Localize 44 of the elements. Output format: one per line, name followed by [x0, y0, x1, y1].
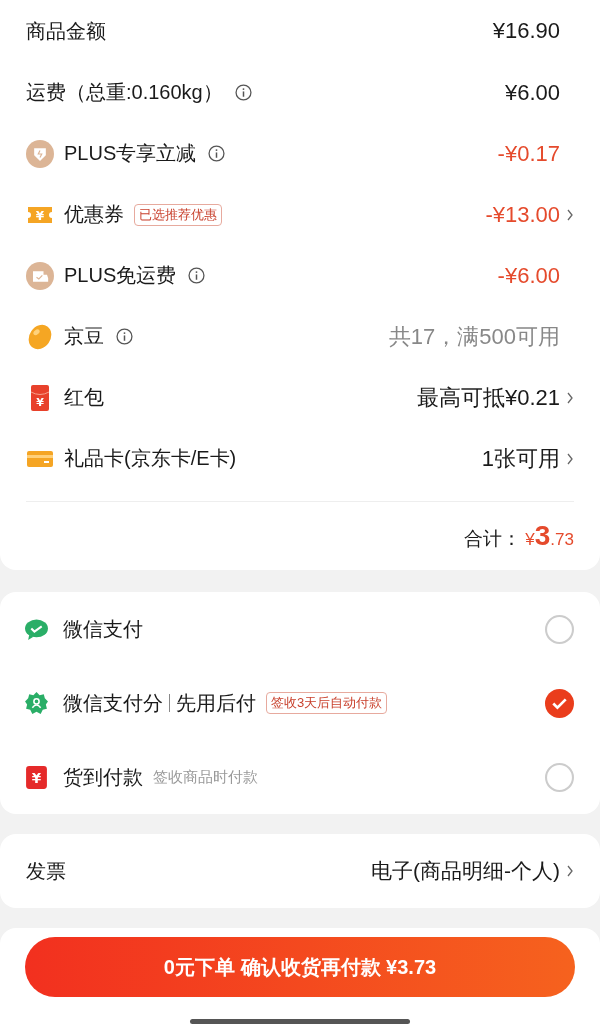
info-icon[interactable]	[188, 267, 206, 284]
payment-note: 签收商品时付款	[153, 767, 258, 787]
radio-checked-icon[interactable]	[545, 688, 574, 718]
info-icon[interactable]	[234, 84, 252, 101]
row-value: ¥6.00	[504, 79, 560, 106]
row-value: ¥16.90	[492, 18, 560, 44]
row-value: 共17，满500可用	[388, 322, 560, 351]
invoice-card[interactable]: 发票 电子(商品明细-个人)	[0, 834, 600, 908]
radio-button[interactable]	[545, 762, 574, 792]
total-label: 合计：	[464, 527, 522, 551]
row-value: -¥6.00	[497, 262, 560, 289]
row-label: PLUS免运费	[64, 263, 177, 288]
row-label: 商品金额	[26, 18, 106, 44]
row-label: 运费（总重:0.160kg）	[26, 80, 223, 105]
row-value[interactable]: 1张可用	[481, 443, 560, 474]
tag: 签收3天后自动付款	[266, 692, 388, 714]
cash-icon: ¥	[24, 764, 49, 790]
row-value[interactable]: -¥13.00	[485, 201, 560, 228]
row-label: 礼品卡(京东卡/E卡)	[64, 446, 237, 471]
row-label: 优惠券	[64, 202, 124, 227]
row-value[interactable]: 最高可抵¥0.21	[416, 382, 560, 413]
payment-label[interactable]: 微信支付	[63, 615, 143, 643]
badge-icon	[24, 690, 49, 716]
info-icon[interactable]	[116, 328, 133, 345]
row-label: PLUS专享立减	[64, 141, 197, 166]
row-label: 红包	[64, 385, 104, 410]
chevron-icon	[566, 864, 574, 878]
payment-label[interactable]: 货到付款	[63, 763, 143, 791]
row-value: -¥0.17	[497, 140, 560, 167]
shield-badge-icon	[26, 139, 54, 168]
total-amount: 3	[534, 520, 551, 552]
total-decimals: .73	[550, 530, 574, 550]
submit-order-button[interactable]: 0元下单 确认收货再付款 ¥3.73	[25, 937, 575, 997]
payment-label[interactable]: 微信支付分	[63, 689, 163, 717]
invoice-value: 电子(商品明细-个人)	[371, 858, 560, 884]
info-icon[interactable]	[208, 145, 226, 162]
row-label: 京豆	[64, 324, 104, 349]
payment-subtitle: 先用后付	[176, 690, 256, 716]
bean-icon	[26, 322, 54, 351]
invoice-label: 发票	[26, 858, 66, 884]
truck-badge-icon	[26, 261, 54, 290]
tag: 已选推荐优惠	[134, 203, 222, 226]
radio-button[interactable]	[545, 614, 574, 644]
total-currency: ¥	[525, 530, 535, 550]
